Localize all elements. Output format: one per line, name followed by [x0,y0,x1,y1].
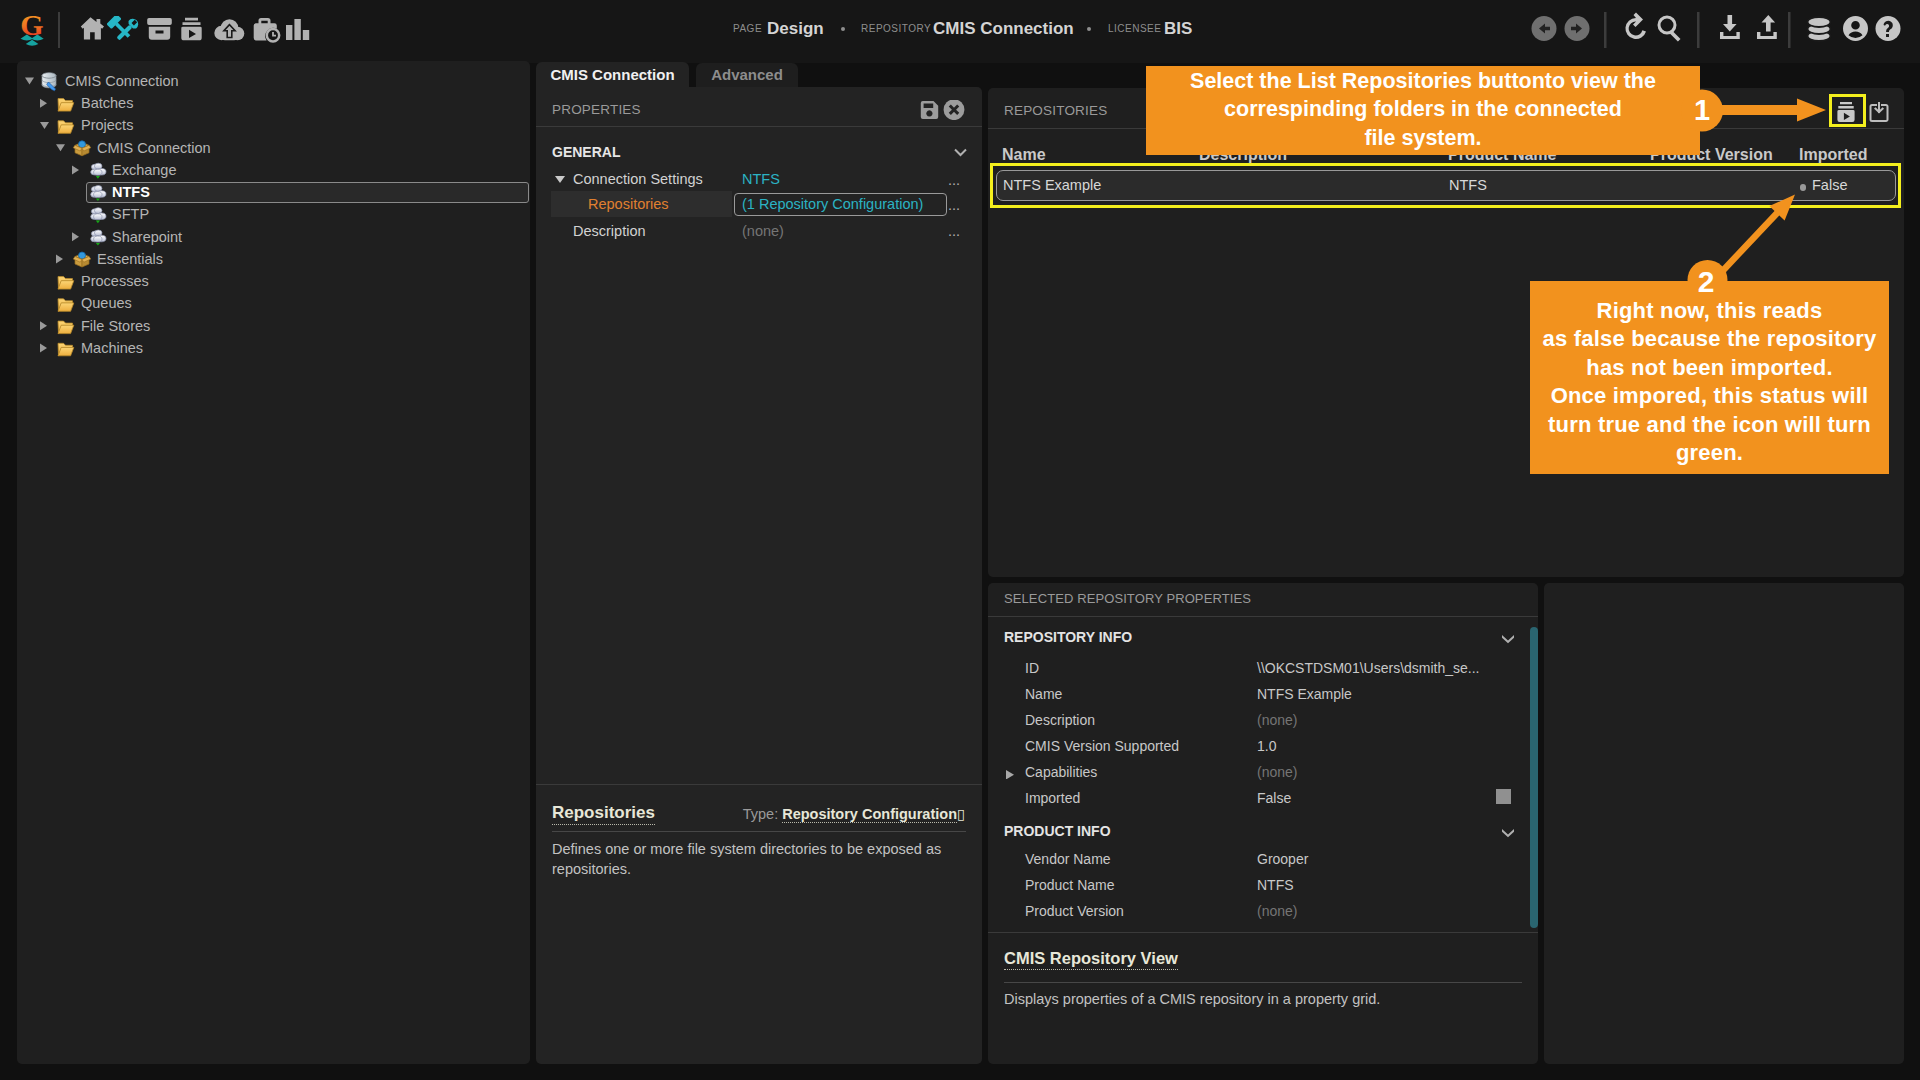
svg-text:G: G [20,9,43,41]
